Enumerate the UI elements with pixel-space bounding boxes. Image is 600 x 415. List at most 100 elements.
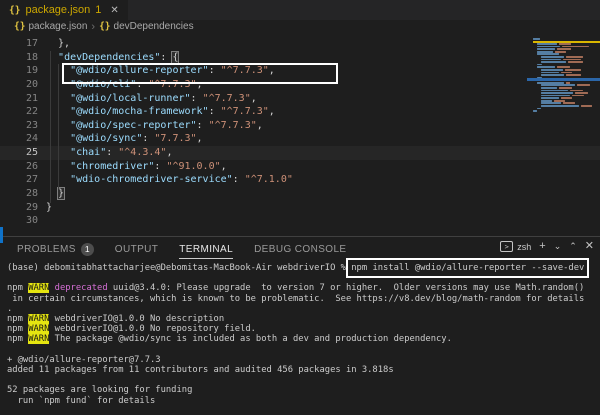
code-line[interactable]: 19 "@wdio/allure-reporter": "^7.7.3", [0, 64, 600, 78]
chevron-up-icon[interactable]: ⌃ [569, 242, 577, 251]
code-token: "chai" [70, 147, 106, 158]
new-terminal-icon[interactable]: + [539, 241, 545, 252]
code-text: "@wdio/spec-reporter": "^7.7.3", [46, 119, 263, 133]
minimap-token [559, 43, 572, 45]
code-text: }, [46, 37, 70, 51]
minimap-line [533, 110, 600, 112]
code-token: , [269, 106, 275, 117]
breadcrumb-label: package.json [28, 21, 87, 32]
json-file-icon: {} [9, 5, 20, 16]
minimap-token [568, 61, 582, 63]
minimap-token [561, 72, 572, 74]
minimap-token [533, 110, 537, 112]
line-number: 25 [0, 146, 38, 160]
tab-package-json[interactable]: {} package.json 1 ✕ [0, 0, 128, 20]
code-token: , [221, 161, 227, 172]
code-token: : [142, 133, 154, 144]
minimap-token [563, 59, 581, 61]
minimap-line [533, 69, 600, 71]
minimap-token [575, 92, 588, 94]
code-token: } [58, 188, 64, 199]
minimap-token [566, 74, 580, 76]
terminal-line [7, 375, 600, 385]
shell-selector[interactable]: > zsh [500, 241, 531, 252]
code-token: "wdio-chromedriver-service" [70, 174, 233, 185]
code-line[interactable]: 27 "wdio-chromedriver-service": "^7.1.0" [0, 173, 600, 187]
terminal-output[interactable]: (base) debomitabhattacharjee@Debomitas-M… [7, 263, 600, 406]
minimap-line [533, 66, 600, 68]
minimap-line [533, 64, 600, 66]
line-number: 17 [0, 37, 38, 51]
terminal-line: added 11 packages from 11 contributors a… [7, 365, 600, 375]
terminal-line: npm WARN The package @wdio/sync is inclu… [7, 334, 600, 344]
json-icon: {} [14, 21, 25, 32]
terminal-line [7, 345, 600, 355]
close-panel-icon[interactable]: ✕ [585, 241, 594, 252]
line-number: 30 [0, 214, 38, 228]
terminal-token: in certain circumstances, which is known… [7, 294, 584, 304]
code-token: : [154, 161, 166, 172]
left-accent-bar [0, 227, 3, 243]
panel-tab-debug-console[interactable]: DEBUG CONSOLE [254, 240, 346, 259]
terminal-token: npm [7, 334, 28, 344]
code-line[interactable]: 26 "chromedriver": "^91.0.0", [0, 160, 600, 174]
code-line[interactable]: 21 "@wdio/local-runner": "^7.7.3", [0, 92, 600, 106]
code-line[interactable]: 24 "@wdio/sync": "7.7.3", [0, 132, 600, 146]
code-line[interactable]: 22 "@wdio/mocha-framework": "^7.7.3", [0, 105, 600, 119]
panel-tab-terminal[interactable]: TERMINAL [179, 240, 233, 259]
minimap-token [541, 97, 559, 99]
code-token: , [251, 93, 257, 104]
terminal-token: . [7, 304, 12, 314]
code-token: "^7.7.3" [148, 79, 196, 90]
breadcrumb-item[interactable]: {}devDependencies [99, 21, 194, 32]
code-line[interactable]: 30 [0, 214, 600, 228]
editor[interactable]: 17 },18 "devDependencies": {19 "@wdio/al… [0, 33, 600, 236]
minimap-token [541, 72, 559, 74]
terminal-token: webdriverIO@1.0.0 No description [49, 314, 224, 324]
panel-tab-output[interactable]: OUTPUT [115, 240, 159, 259]
minimap-token [541, 84, 575, 86]
minimap-token [566, 56, 582, 58]
code-token: "^7.7.3" [209, 120, 257, 131]
minimap-line [533, 92, 600, 94]
code-line[interactable]: 25 "chai": "^4.3.4", [0, 146, 600, 160]
code-token: "^7.7.3" [221, 106, 269, 117]
code-text: "@wdio/sync": "7.7.3", [46, 132, 203, 146]
breadcrumb-item[interactable]: {}package.json [14, 21, 87, 32]
terminal-line: + @wdio/allure-reporter@7.7.3 [7, 355, 600, 365]
code-token: : [160, 52, 172, 63]
terminal-token: WARN [28, 283, 49, 293]
minimap-token [537, 108, 541, 110]
terminal-token: WARN [28, 324, 49, 334]
code-area[interactable]: 17 },18 "devDependencies": {19 "@wdio/al… [0, 33, 600, 228]
code-line[interactable]: 18 "devDependencies": { [0, 51, 600, 65]
minimap[interactable] [533, 38, 600, 115]
code-text: "chai": "^4.3.4", [46, 146, 172, 160]
terminal-line: . [7, 304, 600, 314]
terminal-token: run `npm fund` for details [7, 396, 155, 406]
vscode-window: {} package.json 1 ✕ {}package.json›{}dev… [0, 0, 600, 415]
code-token: "@wdio/allure-reporter" [70, 65, 208, 76]
minimap-token [541, 102, 561, 104]
code-line[interactable]: 20 "@wdio/cli": "^7.7.3", [0, 78, 600, 92]
minimap-line [533, 105, 600, 107]
code-token: : [209, 65, 221, 76]
code-line[interactable]: 28 } [0, 187, 600, 201]
code-line[interactable]: 29} [0, 201, 600, 215]
terminal-token: webdriverIO@1.0.0 No repository field. [49, 324, 256, 334]
code-token: "^7.7.3" [203, 93, 251, 104]
minimap-token [541, 92, 573, 94]
terminal-line: npm WARN deprecated uuid@3.4.0: Please u… [7, 283, 600, 293]
code-token: "devDependencies" [58, 52, 160, 63]
code-line[interactable]: 23 "@wdio/spec-reporter": "^7.7.3", [0, 119, 600, 133]
minimap-line [533, 43, 600, 45]
terminal-token: WARN [28, 314, 49, 324]
minimap-line [533, 46, 600, 48]
line-number: 20 [0, 78, 38, 92]
minimap-line [533, 59, 600, 61]
code-line[interactable]: 17 }, [0, 37, 600, 51]
terminal-token: (base) debomitabhattacharjee@Debomitas-M… [7, 263, 351, 273]
chevron-down-icon[interactable]: ⌄ [554, 242, 562, 251]
close-icon[interactable]: ✕ [110, 5, 118, 16]
panel-tab-problems[interactable]: PROBLEMS1 [17, 239, 94, 260]
